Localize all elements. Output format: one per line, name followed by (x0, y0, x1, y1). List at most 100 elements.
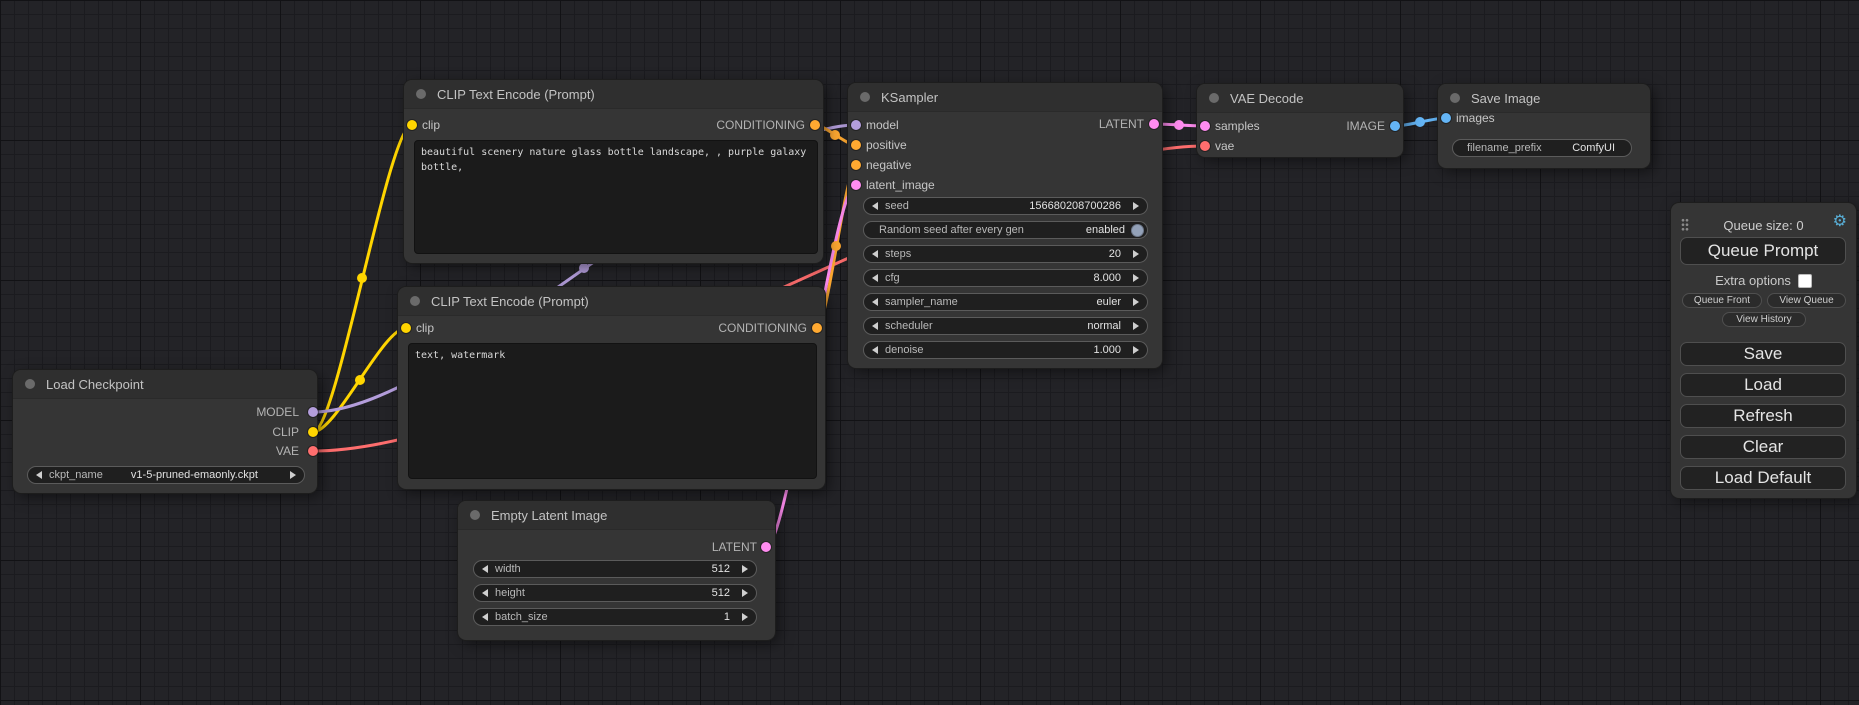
node-save-image[interactable]: Save Image images filename_prefix ComfyU… (1438, 84, 1650, 168)
increment-arrow-icon[interactable] (290, 471, 296, 479)
node-title-bar[interactable]: Load Checkpoint (13, 370, 317, 399)
toggle-circle-icon[interactable] (1131, 224, 1144, 237)
output-slot-latent[interactable] (761, 542, 771, 552)
increment-arrow-icon[interactable] (742, 613, 748, 621)
collapse-dot-icon[interactable] (1450, 93, 1460, 103)
view-queue-button[interactable]: View Queue (1767, 293, 1846, 308)
input-slot-samples[interactable] (1200, 121, 1210, 131)
ckpt-name-widget[interactable]: ckpt_name v1-5-pruned-emaonly.ckpt (27, 466, 305, 484)
widget-label: ckpt_name (49, 469, 103, 481)
decrement-arrow-icon[interactable] (872, 346, 878, 354)
node-graph-canvas[interactable]: Load Checkpoint MODEL CLIP VAE ckpt_name… (0, 0, 1859, 705)
input-slot-clip[interactable] (401, 323, 411, 333)
sampler-name-widget[interactable]: sampler_name euler (863, 293, 1148, 311)
output-label-latent: LATENT (712, 540, 757, 554)
input-label-positive: positive (866, 138, 907, 152)
extra-options-checkbox[interactable] (1798, 274, 1812, 288)
output-slot-model[interactable] (308, 407, 318, 417)
scheduler-widget[interactable]: scheduler normal (863, 317, 1148, 335)
view-history-button[interactable]: View History (1722, 312, 1806, 327)
decrement-arrow-icon[interactable] (872, 298, 878, 306)
decrement-arrow-icon[interactable] (872, 322, 878, 330)
settings-gear-icon[interactable]: ⚙ (1833, 214, 1847, 230)
decrement-arrow-icon[interactable] (482, 589, 488, 597)
random-seed-toggle-widget[interactable]: Random seed after every gen enabled (863, 221, 1148, 239)
steps-widget[interactable]: steps 20 (863, 245, 1148, 263)
input-slot-images[interactable] (1441, 113, 1451, 123)
widget-value: 1.000 (924, 344, 1121, 356)
collapse-dot-icon[interactable] (860, 92, 870, 102)
input-slot-clip[interactable] (407, 120, 417, 130)
queue-prompt-button[interactable]: Queue Prompt (1680, 237, 1846, 265)
decrement-arrow-icon[interactable] (872, 202, 878, 210)
collapse-dot-icon[interactable] (470, 510, 480, 520)
negative-prompt-textarea[interactable]: text, watermark (408, 343, 817, 479)
cfg-widget[interactable]: cfg 8.000 (863, 269, 1148, 287)
increment-arrow-icon[interactable] (1133, 202, 1139, 210)
clear-button[interactable]: Clear (1680, 435, 1846, 459)
node-title: CLIP Text Encode (Prompt) (437, 87, 595, 102)
widget-value: enabled (1024, 224, 1125, 236)
node-title-bar[interactable]: Empty Latent Image (458, 501, 775, 530)
node-title-bar[interactable]: VAE Decode (1197, 84, 1403, 113)
widget-label: height (495, 587, 525, 599)
width-widget[interactable]: width 512 (473, 560, 757, 578)
input-slot-model[interactable] (851, 120, 861, 130)
filename-prefix-widget[interactable]: filename_prefix ComfyUI (1452, 139, 1632, 157)
node-empty-latent-image[interactable]: Empty Latent Image LATENT width 512 heig… (458, 501, 775, 640)
node-title-bar[interactable]: CLIP Text Encode (Prompt) (404, 80, 823, 109)
load-default-button[interactable]: Load Default (1680, 466, 1846, 490)
refresh-button[interactable]: Refresh (1680, 404, 1846, 428)
output-slot-conditioning[interactable] (810, 120, 820, 130)
decrement-arrow-icon[interactable] (872, 250, 878, 258)
node-title: CLIP Text Encode (Prompt) (431, 294, 589, 309)
node-load-checkpoint[interactable]: Load Checkpoint MODEL CLIP VAE ckpt_name… (13, 370, 317, 493)
node-title-bar[interactable]: Save Image (1438, 84, 1650, 113)
collapse-dot-icon[interactable] (25, 379, 35, 389)
increment-arrow-icon[interactable] (1133, 274, 1139, 282)
node-title-bar[interactable]: CLIP Text Encode (Prompt) (398, 287, 825, 316)
increment-arrow-icon[interactable] (1133, 346, 1139, 354)
collapse-dot-icon[interactable] (410, 296, 420, 306)
increment-arrow-icon[interactable] (1133, 298, 1139, 306)
wire-midpoint-dot (1415, 117, 1425, 127)
increment-arrow-icon[interactable] (1133, 322, 1139, 330)
load-button[interactable]: Load (1680, 373, 1846, 397)
node-title-bar[interactable]: KSampler (848, 83, 1162, 112)
node-clip-text-encode-negative[interactable]: CLIP Text Encode (Prompt) clip CONDITION… (398, 287, 825, 489)
output-slot-vae[interactable] (308, 446, 318, 456)
height-widget[interactable]: height 512 (473, 584, 757, 602)
queue-menu-panel[interactable]: Queue size: 0 ⚙ Queue Prompt Extra optio… (1671, 203, 1856, 498)
output-label-conditioning: CONDITIONING (716, 118, 805, 132)
node-clip-text-encode-positive[interactable]: CLIP Text Encode (Prompt) clip CONDITION… (404, 80, 823, 263)
seed-widget[interactable]: seed 156680208700286 (863, 197, 1148, 215)
decrement-arrow-icon[interactable] (872, 274, 878, 282)
collapse-dot-icon[interactable] (416, 89, 426, 99)
output-label-vae: VAE (276, 444, 299, 458)
decrement-arrow-icon[interactable] (36, 471, 42, 479)
output-slot-image[interactable] (1390, 121, 1400, 131)
decrement-arrow-icon[interactable] (482, 565, 488, 573)
widget-label: width (495, 563, 521, 575)
node-vae-decode[interactable]: VAE Decode samples vae IMAGE (1197, 84, 1403, 157)
queue-front-button[interactable]: Queue Front (1682, 293, 1762, 308)
increment-arrow-icon[interactable] (742, 565, 748, 573)
widget-value: 512 (525, 587, 730, 599)
output-slot-latent[interactable] (1149, 119, 1159, 129)
input-slot-vae[interactable] (1200, 141, 1210, 151)
input-slot-latent-image[interactable] (851, 180, 861, 190)
collapse-dot-icon[interactable] (1209, 93, 1219, 103)
output-slot-clip[interactable] (308, 427, 318, 437)
input-slot-negative[interactable] (851, 160, 861, 170)
batch-size-widget[interactable]: batch_size 1 (473, 608, 757, 626)
denoise-widget[interactable]: denoise 1.000 (863, 341, 1148, 359)
positive-prompt-textarea[interactable]: beautiful scenery nature glass bottle la… (414, 140, 818, 254)
output-label-clip: CLIP (272, 425, 299, 439)
increment-arrow-icon[interactable] (742, 589, 748, 597)
output-slot-conditioning[interactable] (812, 323, 822, 333)
node-ksampler[interactable]: KSampler model positive negative latent_… (848, 83, 1162, 368)
increment-arrow-icon[interactable] (1133, 250, 1139, 258)
decrement-arrow-icon[interactable] (482, 613, 488, 621)
input-slot-positive[interactable] (851, 140, 861, 150)
save-button[interactable]: Save (1680, 342, 1846, 366)
